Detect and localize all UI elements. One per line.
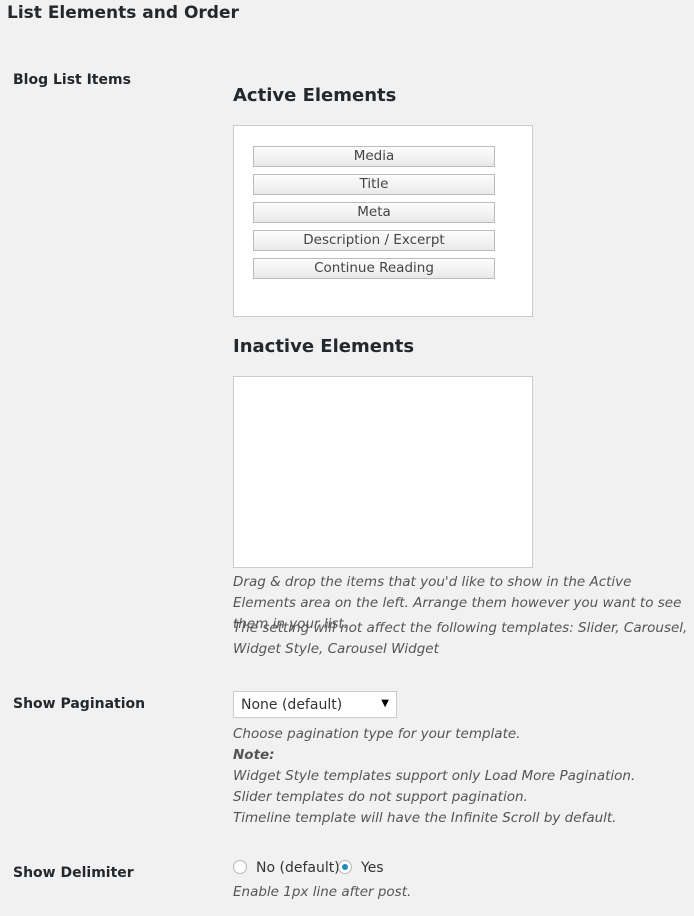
pagination-select[interactable]: None (default) ▼ [233,691,397,718]
pagination-help: Choose pagination type for your template… [233,724,688,829]
pagination-note-label: Note: [233,747,275,763]
delimiter-radio-yes[interactable] [338,860,352,874]
pagination-selected-value: None (default) [241,697,343,713]
pagination-note-1: Widget Style templates support only Load… [233,768,636,784]
show-delimiter-label: Show Delimiter [13,865,134,881]
active-elements-box[interactable]: Media Title Meta Description / Excerpt C… [233,125,533,317]
show-pagination-label: Show Pagination [13,696,146,712]
delimiter-option-no-label[interactable]: No (default) [256,860,340,876]
pagination-note-2: Slider templates do not support paginati… [233,789,528,805]
active-item-title[interactable]: Title [253,174,495,195]
active-item-media[interactable]: Media [253,146,495,167]
template-exclusion-help: The setting will not affect the followin… [233,620,688,657]
delimiter-help: Enable 1px line after post. [233,884,412,900]
active-item-meta[interactable]: Meta [253,202,495,223]
active-item-description[interactable]: Description / Excerpt [253,230,495,251]
active-elements-heading: Active Elements [233,85,397,106]
pagination-help-text: Choose pagination type for your template… [233,726,521,742]
blog-list-items-label: Blog List Items [13,72,131,88]
dropdown-arrow-icon: ▼ [381,698,389,709]
delimiter-radio-no[interactable] [233,860,247,874]
section-title: List Elements and Order [7,3,239,23]
pagination-note-3: Timeline template will have the Infinite… [233,810,617,826]
inactive-elements-box[interactable] [233,376,533,568]
active-item-continue-reading[interactable]: Continue Reading [253,258,495,279]
inactive-elements-heading: Inactive Elements [233,336,415,357]
delimiter-option-yes-label[interactable]: Yes [361,860,384,876]
